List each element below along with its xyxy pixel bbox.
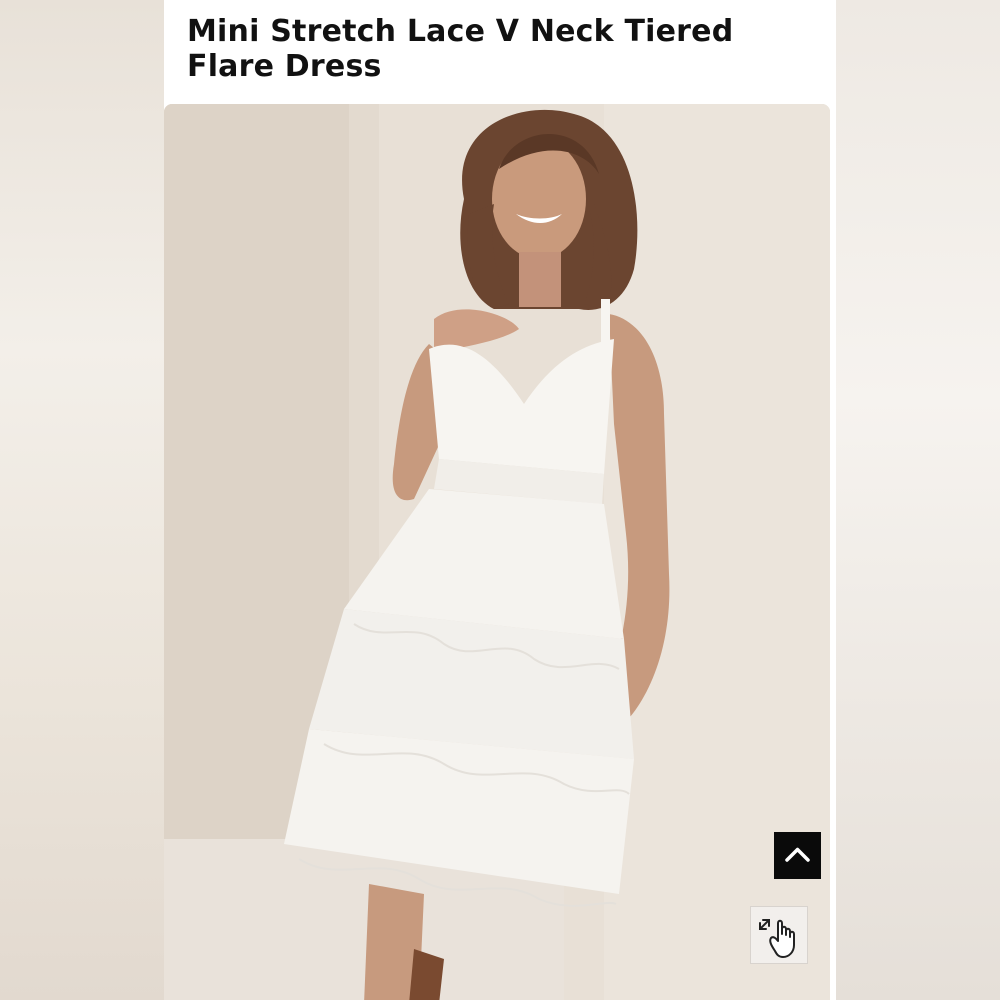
pinch-zoom-hand-icon bbox=[759, 919, 795, 958]
scroll-to-top-button[interactable] bbox=[774, 832, 821, 879]
chevron-up-icon bbox=[785, 847, 810, 862]
product-title: Mini Stretch Lace V Neck Tiered Flare Dr… bbox=[187, 14, 734, 84]
product-photo-illustration bbox=[164, 104, 830, 1000]
background-blur-right bbox=[836, 0, 1000, 1000]
background-blur-left bbox=[0, 0, 164, 1000]
product-image[interactable] bbox=[164, 104, 830, 1000]
pinch-zoom-button[interactable] bbox=[750, 906, 808, 964]
product-screen: Mini Stretch Lace V Neck Tiered Flare Dr… bbox=[164, 0, 836, 1000]
